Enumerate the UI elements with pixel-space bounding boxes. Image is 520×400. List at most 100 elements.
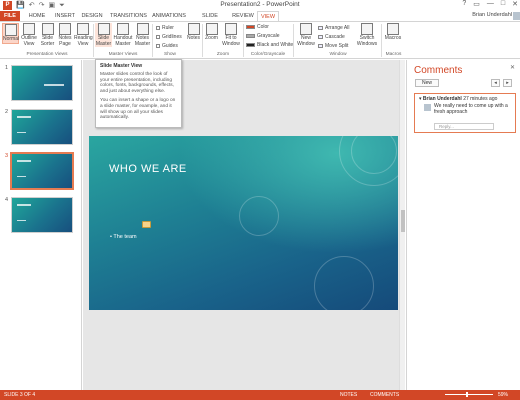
thumbnail-title-line: [17, 204, 31, 206]
handout-master-button[interactable]: Handout Master: [113, 23, 133, 47]
black-and-white-option[interactable]: Black and White: [246, 42, 293, 48]
slide-counter: SLIDE 3 OF 4: [4, 392, 36, 398]
tab-review[interactable]: REVIEW: [231, 11, 255, 21]
slide-thumbnail-2[interactable]: [11, 109, 73, 145]
scrollbar-thumb[interactable]: [401, 210, 405, 232]
switch-windows-button[interactable]: Switch Windows: [355, 23, 379, 47]
grayscale-option[interactable]: Grayscale: [246, 33, 280, 39]
grayscale-swatch-icon: [246, 34, 255, 38]
user-avatar[interactable]: [513, 12, 520, 20]
fit-to-window-button[interactable]: Fit to Window: [220, 23, 242, 47]
next-comment-icon[interactable]: ▸: [503, 79, 512, 87]
checkbox-icon: [156, 44, 160, 48]
tab-design[interactable]: DESIGN: [80, 11, 104, 21]
zoom-level[interactable]: 59%: [498, 390, 508, 400]
arrange-all-icon: [318, 26, 323, 30]
slide-thumbnail-3[interactable]: [9, 151, 75, 191]
thumbnail-title-line: [44, 84, 64, 86]
move-split-button[interactable]: Move Split: [318, 43, 348, 49]
zoom-slider-knob[interactable]: [466, 392, 468, 397]
thumbnail-text-line: [17, 176, 26, 177]
slide-master-icon: [97, 23, 110, 35]
macros-button[interactable]: Macros: [384, 23, 402, 42]
tab-slide-show[interactable]: SLIDE SHOW: [193, 11, 227, 29]
vertical-scrollbar[interactable]: [399, 60, 405, 390]
tab-home[interactable]: HOME: [26, 11, 48, 21]
slide-thumbnail-1[interactable]: [11, 65, 73, 101]
ribbon-separator: [381, 24, 382, 57]
reading-view-button[interactable]: Reading View: [74, 23, 93, 47]
ruler-checkbox[interactable]: Ruler: [156, 25, 174, 31]
tooltip-body: You can insert a shape or a logo on a sl…: [100, 98, 176, 121]
current-slide[interactable]: WHO WE ARE • The team: [89, 136, 398, 310]
ribbon-separator: [152, 24, 153, 57]
notes-toggle[interactable]: NOTES: [340, 390, 357, 400]
cascade-icon: [318, 35, 323, 39]
slide-sorter-icon: [41, 23, 54, 35]
comments-title: Comments: [414, 65, 463, 76]
previous-comment-icon[interactable]: ◂: [491, 79, 500, 87]
comment-card[interactable]: ▾ Brian Underdahl 27 minutes ago We real…: [414, 93, 516, 133]
decorative-ring: [239, 196, 279, 236]
comment-marker-icon[interactable]: [142, 221, 151, 228]
close-comments-icon[interactable]: ✕: [510, 64, 515, 71]
ribbon-tabs: FILE HOME INSERT DESIGN TRANSITIONS ANIM…: [0, 11, 520, 29]
close-icon[interactable]: ✕: [512, 0, 518, 8]
reading-view-icon: [77, 23, 89, 35]
new-window-button[interactable]: New Window: [296, 23, 316, 47]
comment-author: Brian Underdahl: [422, 96, 462, 102]
comments-toggle[interactable]: COMMENTS: [370, 390, 399, 400]
new-window-icon: [300, 23, 312, 35]
tab-transitions[interactable]: TRANSITIONS: [110, 11, 147, 21]
outline-view-button[interactable]: Outline View: [20, 23, 38, 47]
zoom-button[interactable]: Zoom: [204, 23, 219, 42]
group-label-window: Window: [329, 52, 347, 57]
slide-sorter-button[interactable]: Slide Sorter: [39, 23, 56, 47]
ribbon-separator: [293, 24, 294, 57]
fit-to-window-icon: [225, 23, 237, 35]
gridlines-checkbox[interactable]: Gridlines: [156, 34, 182, 40]
ribbon-display-icon[interactable]: ▭: [473, 0, 480, 8]
ribbon-separator: [93, 24, 94, 57]
group-label-macros: Macros: [385, 52, 402, 57]
notes-page-icon: [59, 23, 71, 35]
user-name[interactable]: Brian Underdahl: [472, 12, 512, 18]
slide-master-button[interactable]: Slide Master: [95, 23, 112, 47]
thumbnail-number: 3: [5, 153, 9, 159]
comment-header: ▾ Brian Underdahl 27 minutes ago: [419, 96, 498, 102]
notes-master-button[interactable]: Notes Master: [134, 23, 151, 47]
comments-pane: Comments ✕ New ◂ ▸ ▾ Brian Underdahl 27 …: [406, 60, 520, 390]
arrange-all-button[interactable]: Arrange All: [318, 25, 349, 31]
tab-animations[interactable]: ANIMATIONS: [150, 11, 188, 21]
tab-view[interactable]: VIEW: [257, 11, 279, 21]
color-option[interactable]: Color: [246, 24, 269, 30]
slide-bullet[interactable]: • The team: [110, 234, 137, 240]
thumbnail-number: 2: [5, 109, 9, 115]
cascade-button[interactable]: Cascade: [318, 34, 345, 40]
help-icon[interactable]: ?: [462, 0, 466, 8]
minimize-icon[interactable]: —: [487, 0, 494, 8]
decorative-ring: [314, 256, 374, 310]
slide-title[interactable]: WHO WE ARE: [109, 163, 187, 175]
notes-master-icon: [136, 23, 149, 35]
normal-view-button[interactable]: Normal: [2, 23, 19, 44]
reply-input[interactable]: Reply...: [434, 123, 494, 130]
new-comment-button[interactable]: New: [415, 79, 439, 87]
zoom-slider[interactable]: [445, 394, 493, 395]
maximize-icon[interactable]: □: [501, 0, 505, 8]
slide-thumbnail-4[interactable]: [11, 197, 73, 233]
guides-checkbox[interactable]: Guides: [156, 43, 178, 49]
group-label-show: Show: [164, 52, 176, 57]
comment-author-avatar: [424, 104, 431, 111]
ribbon-separator: [202, 24, 203, 57]
slide-master-tooltip: Slide Master View Master slides control …: [95, 59, 182, 128]
slide-thumbnails-pane: 1 2 3 4: [0, 60, 82, 390]
tab-insert[interactable]: INSERT: [53, 11, 77, 21]
tab-file[interactable]: FILE: [0, 11, 20, 21]
handout-master-icon: [117, 23, 129, 35]
notes-page-button[interactable]: Notes Page: [57, 23, 73, 47]
window-controls: ? ▭ — □ ✕: [462, 0, 518, 8]
notes-button[interactable]: Notes: [186, 23, 201, 42]
group-label-color: Color/Grayscale: [250, 52, 286, 57]
group-label-presentation-views: Presentation Views: [26, 52, 68, 57]
